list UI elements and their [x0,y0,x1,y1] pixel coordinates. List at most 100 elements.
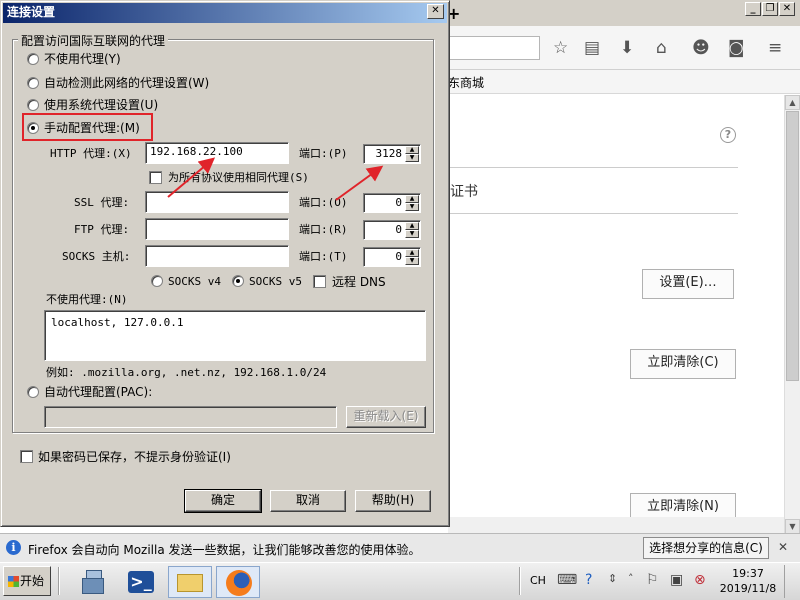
vertical-scrollbar[interactable]: ▲ ▼ [784,95,800,535]
system-proxy-label[interactable]: 使用系统代理设置(U) [44,98,158,112]
remote-dns-label[interactable]: 远程 DNS [332,275,386,289]
hello-icon[interactable]: ☻ [692,38,710,58]
network-icon[interactable]: ▣ [670,572,683,588]
ftp-port-stepper[interactable]: 0 ▲ ▼ [363,220,421,240]
pac-radio[interactable] [27,386,39,398]
scroll-up-icon[interactable]: ▲ [785,95,800,110]
notification-bar: i Firefox 会自动向 Mozilla 发送一些数据，让我们能够改善您的使… [0,533,800,562]
ssl-port-stepper[interactable]: 0 ▲ ▼ [363,193,421,213]
clear-cache-button[interactable]: 立即清除(C) [630,349,736,379]
divider [448,167,738,168]
show-hidden-icons[interactable]: ˄ [628,572,634,585]
pac-url-input[interactable] [44,406,337,428]
no-proxy-radio[interactable] [27,53,39,65]
reload-button[interactable]: 重新载入(E) [346,406,426,428]
socks-port-stepper[interactable]: 0 ▲ ▼ [363,247,421,267]
system-proxy-radio[interactable] [27,99,39,111]
cert-tab-label[interactable]: 证书 [450,181,478,201]
start-button[interactable]: 开始 [3,566,51,596]
spin-down-icon[interactable]: ▼ [405,230,419,238]
bookmark-star-icon[interactable]: ☆ [553,38,568,58]
choose-share-button[interactable]: 选择想分享的信息(C) [643,537,769,559]
spin-up-icon[interactable]: ▲ [405,146,419,154]
group-legend: 配置访问国际互联网的代理 [18,32,169,49]
restore-button[interactable]: ❐ [762,2,778,16]
manual-proxy-radio[interactable] [27,122,39,134]
horizontal-scrollbar[interactable] [448,517,784,533]
window-close-button[interactable]: ✕ [779,2,795,16]
spin-up-icon[interactable]: ▲ [405,222,419,230]
same-proxy-label[interactable]: 为所有协议使用相同代理(S) [168,171,309,185]
minimize-button[interactable]: _ [745,2,761,16]
clock-time: 19:37 [732,567,764,580]
windows-logo-icon [8,576,19,587]
no-prompt-auth-checkbox[interactable] [20,450,33,463]
socks-v4-radio[interactable] [151,275,163,287]
show-desktop-button[interactable] [784,565,798,598]
spin-down-icon[interactable]: ▼ [405,203,419,211]
http-port-stepper[interactable]: 3128 ▲ ▼ [363,144,421,164]
pocket-icon[interactable]: ◙ [728,38,745,58]
dialog-title: 连接设置 [3,3,447,23]
ftp-port-label: 端口:(R) [299,223,348,236]
same-proxy-checkbox[interactable] [149,171,162,184]
menu-icon[interactable]: ≡ [768,38,782,58]
divider [448,213,738,214]
powershell-icon[interactable]: >_ [120,566,164,598]
ftp-proxy-input[interactable] [145,218,289,240]
manual-proxy-label[interactable]: 手动配置代理:(M) [44,121,140,135]
remote-dns-checkbox[interactable] [313,275,326,288]
clock-date: 2019/11/8 [719,582,777,595]
separator [519,567,521,595]
notification-close-icon[interactable]: ✕ [778,540,788,554]
no-prompt-auth-label[interactable]: 如果密码已保存，不提示身份验证(I) [38,450,231,464]
ssl-port-value: 0 [395,196,402,209]
auto-detect-radio[interactable] [27,77,39,89]
help-button[interactable]: 帮助(H) [355,490,431,512]
explorer-icon[interactable] [168,566,212,598]
keyboard-icon[interactable]: ⌨ [557,572,577,588]
bookmark-item[interactable]: 东商城 [448,74,484,91]
ssl-port-label: 端口:(O) [299,196,348,209]
cancel-button[interactable]: 取消 [270,490,346,512]
pac-label[interactable]: 自动代理配置(PAC): [44,385,152,399]
no-proxy-for-label: 不使用代理:(N) [46,293,128,306]
taskbar: 开始 >_ CH ⌨ ? ⇕ ˄ ⚐ ▣ ⊗ 19:37 2019/11/8 [0,562,800,600]
http-port-value: 3128 [375,147,403,160]
help-tray-icon[interactable]: ? [585,572,592,588]
socks-v5-label[interactable]: SOCKS v5 [249,275,302,289]
tray-clock[interactable]: 19:37 2019/11/8 [718,566,778,596]
socks-v4-label[interactable]: SOCKS v4 [168,275,221,289]
options-icon[interactable]: ⇕ [608,572,617,585]
scroll-down-icon[interactable]: ▼ [785,519,800,534]
spin-up-icon[interactable]: ▲ [405,249,419,257]
scroll-thumb[interactable] [786,111,799,381]
volume-muted-icon[interactable]: ⊗ [694,572,706,588]
ok-button[interactable]: 确定 [184,489,262,513]
http-port-label: 端口:(P) [299,147,348,160]
ssl-proxy-label: SSL 代理: [74,196,130,209]
ssl-proxy-input[interactable] [145,191,289,213]
socks-v5-radio[interactable] [232,275,244,287]
socks-port-value: 0 [395,250,402,263]
socks-host-input[interactable] [145,245,289,267]
auto-detect-label[interactable]: 自动检测此网络的代理设置(W) [44,76,209,90]
firefox-icon[interactable] [216,566,260,598]
network-settings-button[interactable]: 设置(E)… [642,269,734,299]
dialog-close-button[interactable]: ✕ [427,4,444,19]
action-center-flag-icon[interactable]: ⚐ [646,572,659,588]
download-icon[interactable]: ⬇ [620,38,634,58]
help-icon[interactable]: ? [720,127,736,143]
no-proxy-textarea[interactable]: localhost, 127.0.0.1 [44,310,426,361]
language-indicator[interactable]: CH [530,574,546,587]
spin-down-icon[interactable]: ▼ [405,257,419,265]
example-text: 例如: .mozilla.org, .net.nz, 192.168.1.0/2… [46,366,327,379]
reading-list-icon[interactable]: ▤ [584,38,600,58]
no-proxy-label[interactable]: 不使用代理(Y) [44,52,121,66]
http-proxy-input[interactable]: 192.168.22.100 [145,142,289,164]
spin-down-icon[interactable]: ▼ [405,154,419,162]
spin-up-icon[interactable]: ▲ [405,195,419,203]
url-bar[interactable] [448,36,540,60]
home-icon[interactable]: ⌂ [656,38,667,58]
server-manager-icon[interactable] [72,566,116,598]
